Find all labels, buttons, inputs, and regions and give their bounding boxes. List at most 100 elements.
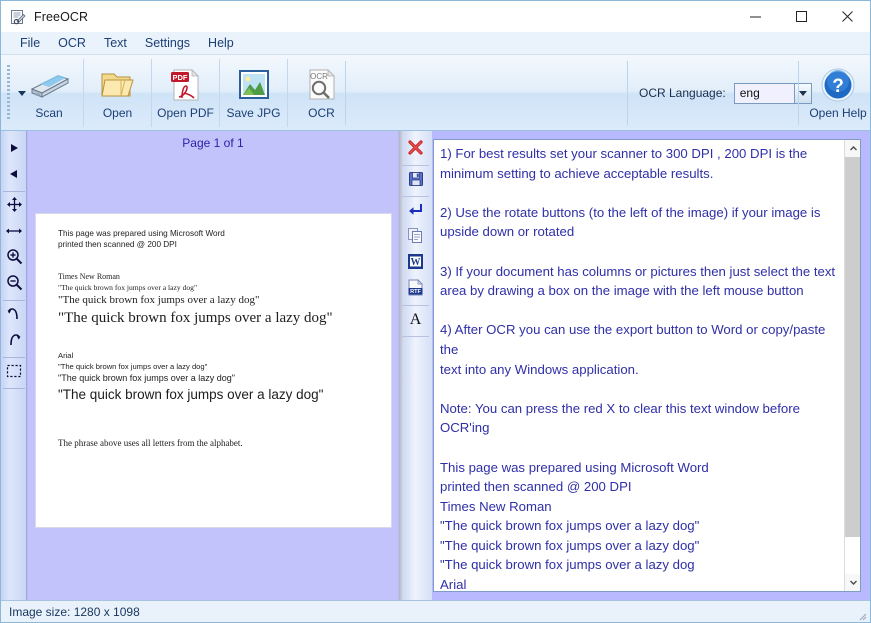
rotate-left-button[interactable] [1, 163, 27, 189]
undo-button[interactable] [1, 303, 27, 329]
enter-arrow-icon [407, 202, 424, 222]
open-help-button[interactable]: ? Open Help [798, 59, 870, 127]
window-controls [732, 1, 870, 32]
image-preview-panel[interactable]: Page 1 of 1 This page was prepared using… [28, 131, 398, 600]
ocr-dropdown-button[interactable] [15, 59, 29, 127]
save-jpg-button[interactable]: Save JPG [219, 59, 287, 127]
maximize-button[interactable] [778, 1, 824, 32]
menu-item-file[interactable]: File [11, 34, 49, 52]
svg-text:OCR: OCR [310, 72, 328, 81]
resize-grip[interactable] [855, 608, 867, 621]
image-picture-icon [237, 65, 271, 105]
open-help-label: Open Help [809, 106, 867, 120]
ocr-text-content[interactable]: 1) For best results set your scanner to … [440, 144, 840, 591]
toolbar-button-group: Scan Open PDF Open PDF Save JPG OCR OCR [15, 59, 355, 127]
toolbar-divider [2, 388, 25, 389]
window-title: FreeOCR [34, 9, 89, 24]
ocr-text-panel[interactable]: 1) For best results set your scanner to … [433, 139, 861, 592]
save-text-button[interactable] [399, 168, 432, 194]
toolbar-divider [402, 336, 429, 337]
scroll-up-button[interactable] [845, 140, 860, 157]
pan-button[interactable] [1, 194, 27, 220]
scanner-icon [28, 65, 70, 105]
doc-arial-heading: Arial [58, 351, 74, 360]
fit-width-button[interactable] [1, 220, 27, 246]
close-button[interactable] [824, 1, 870, 32]
doc-header-line-1: This page was prepared using Microsoft W… [58, 229, 225, 238]
app-scanner-icon [10, 9, 26, 25]
toolbar-divider [402, 305, 429, 306]
scroll-down-button[interactable] [845, 574, 860, 591]
doc-times-line-2: "The quick brown fox jumps over a lazy d… [58, 294, 260, 306]
font-settings-button[interactable]: A [399, 308, 432, 334]
toolbar-separator [345, 61, 346, 125]
menu-item-ocr[interactable]: OCR [49, 34, 95, 52]
copy-text-button[interactable] [399, 225, 432, 251]
doc-footer: The phrase above uses all letters from t… [58, 438, 243, 448]
chevron-up-icon [849, 146, 857, 151]
chevron-down-icon [849, 580, 857, 585]
horizontal-arrow-icon [5, 224, 23, 242]
triangle-right-icon [7, 141, 21, 160]
page-indicator: Page 1 of 1 [182, 136, 244, 150]
doc-arial-line-1: "The quick brown fox jumps over a lazy d… [58, 362, 208, 371]
question-mark-icon: ? [820, 65, 856, 105]
redo-arrow-icon [6, 332, 22, 353]
letter-a-icon: A [407, 310, 424, 332]
svg-text:?: ? [832, 76, 844, 97]
status-bar: Image size: 1280 x 1098 [1, 600, 870, 622]
scrollbar-thumb[interactable] [845, 157, 860, 537]
open-pdf-button[interactable]: PDF Open PDF [151, 59, 219, 127]
text-panel-scrollbar[interactable] [844, 140, 860, 591]
clear-text-button[interactable] [399, 137, 432, 163]
ocr-language-group: OCR Language: eng [629, 59, 812, 127]
toolbar-grip[interactable] [7, 65, 10, 121]
menu-item-text[interactable]: Text [95, 34, 136, 52]
doc-times-line-1: "The quick brown fox jumps over a lazy d… [58, 283, 198, 292]
svg-text:RTF: RTF [410, 289, 421, 295]
toolbar-divider [402, 196, 429, 197]
svg-text:A: A [410, 311, 422, 327]
zoom-in-button[interactable] [1, 246, 27, 272]
pdf-document-icon: PDF [170, 65, 202, 105]
menu-item-settings[interactable]: Settings [136, 34, 199, 52]
open-button[interactable]: Open [83, 59, 151, 127]
undo-arrow-icon [6, 306, 22, 327]
doc-arial-line-2: "The quick brown fox jumps over a lazy d… [58, 373, 235, 383]
copy-pages-icon [407, 227, 424, 249]
magnifier-plus-icon [6, 248, 23, 270]
rtf-document-icon: RTF [407, 279, 424, 301]
scrollbar-track[interactable] [845, 157, 860, 574]
minimize-button[interactable] [732, 1, 778, 32]
ocr-magnifier-icon: OCR [306, 65, 338, 105]
select-region-button[interactable] [1, 360, 27, 386]
rotate-right-button[interactable] [1, 137, 27, 163]
redo-button[interactable] [1, 329, 27, 355]
magnifier-minus-icon [6, 274, 23, 296]
word-document-icon: W [407, 253, 424, 275]
status-image-size: Image size: 1280 x 1098 [9, 604, 140, 619]
dashed-rectangle-icon [6, 364, 22, 383]
doc-times-heading: Times New Roman [58, 272, 120, 281]
toolbar-separator [627, 61, 628, 125]
open-pdf-label: Open PDF [157, 106, 214, 120]
red-x-icon [407, 139, 424, 161]
export-rtf-button[interactable]: RTF [399, 277, 432, 303]
save-jpg-label: Save JPG [226, 106, 281, 120]
zoom-out-button[interactable] [1, 272, 27, 298]
export-word-button[interactable]: W [399, 251, 432, 277]
doc-arial-line-3: "The quick brown fox jumps over a lazy d… [58, 387, 324, 402]
main-toolbar: Scan Open PDF Open PDF Save JPG OCR OCR … [1, 55, 870, 131]
doc-times-line-3: "The quick brown fox jumps over a lazy d… [58, 310, 333, 326]
ocr-language-value: eng [739, 86, 760, 100]
toolbar-divider [2, 191, 25, 192]
line-return-button[interactable] [399, 199, 432, 225]
main-body: Page 1 of 1 This page was prepared using… [1, 131, 870, 600]
toolbar-divider [2, 357, 25, 358]
chevron-down-icon [18, 90, 26, 96]
ocr-label: OCR [308, 106, 335, 120]
menu-item-help[interactable]: Help [199, 34, 243, 52]
title-bar: FreeOCR [1, 1, 870, 32]
svg-text:W: W [411, 257, 421, 268]
toolbar-divider [402, 165, 429, 166]
